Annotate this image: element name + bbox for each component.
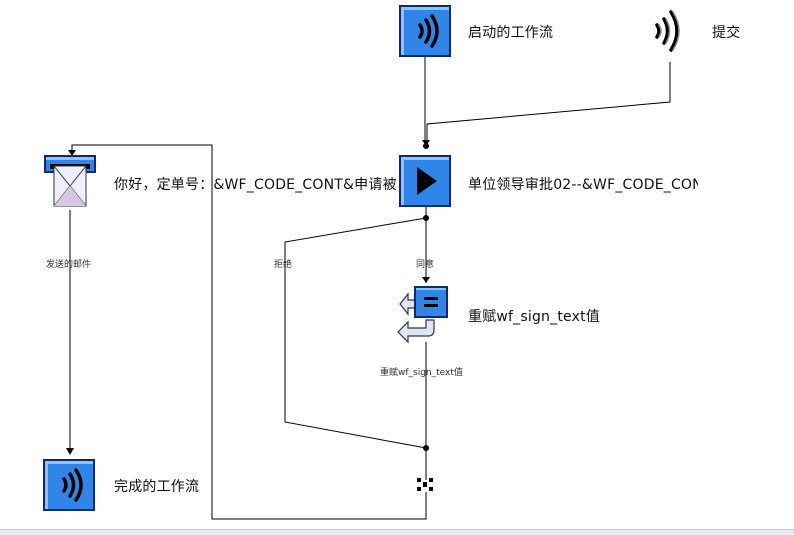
finish-flow-node[interactable]: [42, 458, 96, 512]
edge-submit-to-approval: [426, 62, 671, 144]
edge-label-reassign: 重赋wf_sign_text值: [380, 368, 463, 378]
edge-label-agree: 同意: [416, 260, 435, 270]
edge-loop-back: [71, 144, 427, 520]
start-flow-label: 启动的工作流: [468, 25, 554, 41]
start-flow-node[interactable]: [398, 4, 452, 58]
reassign-label: 重赋wf_sign_text值: [468, 309, 600, 325]
send-mail-label: 你好，定单号：&WF_CODE_CONT&申请被拒: [114, 177, 396, 193]
play-task-icon: [399, 155, 451, 207]
signal-waves-icon: [655, 10, 680, 52]
submit-label: 提交: [712, 25, 741, 41]
reassign-node[interactable]: [394, 284, 448, 344]
connector-lines: [66, 56, 671, 520]
junction-dot: [423, 215, 429, 221]
workflow-canvas: 启动的工作流 提交 单位领导审批02--&WF_CODE_CONT 你好，定单号…: [0, 0, 794, 535]
finish-flow-label: 完成的工作流: [114, 479, 200, 495]
dept-approval-node[interactable]: [398, 154, 452, 208]
dept-approval-label: 单位领导审批02--&WF_CODE_CONT: [468, 177, 698, 193]
edge-label-sent-mail: 发送的邮件: [46, 260, 92, 270]
junction-dot: [423, 445, 429, 451]
envelope-icon: [44, 155, 96, 207]
signal-waves-icon: [399, 5, 451, 57]
status-strip: [0, 529, 794, 535]
send-mail-node[interactable]: [43, 154, 97, 208]
join-node-icon: [417, 478, 433, 491]
arrowhead: [422, 277, 430, 283]
signal-waves-icon: [43, 459, 95, 511]
submit-node[interactable]: [643, 4, 697, 58]
arrowhead: [66, 448, 74, 455]
assign-icon: [397, 286, 448, 344]
edge-label-reject: 拒绝: [274, 260, 293, 270]
